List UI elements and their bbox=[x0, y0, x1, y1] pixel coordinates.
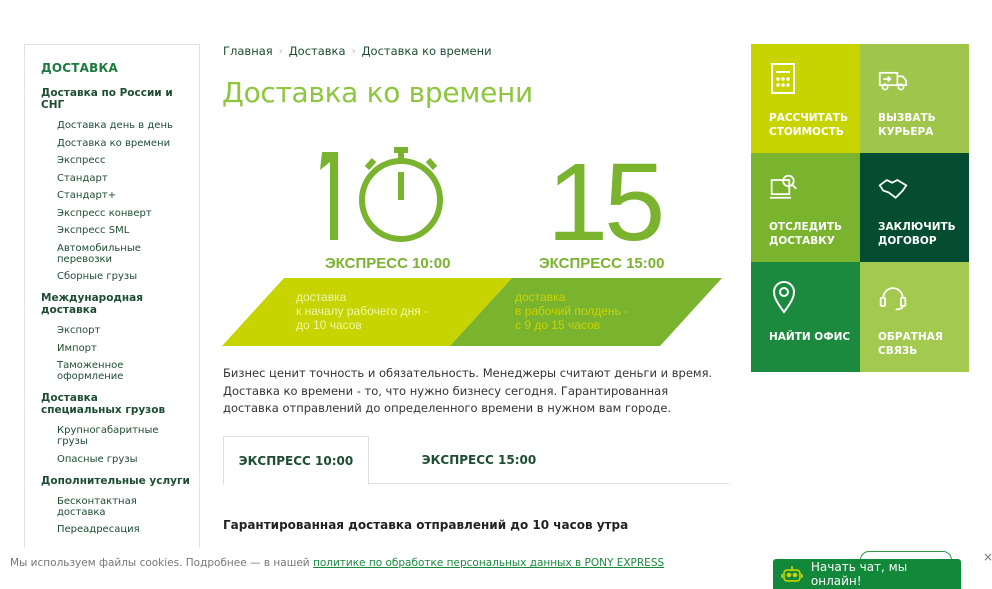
sidebar-item[interactable]: Опасные грузы bbox=[57, 454, 199, 465]
sidebar-item[interactable]: Доставка ко времени bbox=[57, 138, 199, 149]
sidebar-list-special: Крупногабаритные грузы Опасные грузы bbox=[57, 425, 199, 465]
hero-right-number: 15 bbox=[547, 141, 661, 264]
cookie-message: Мы используем файлы cookies. Подробнее —… bbox=[10, 557, 313, 569]
breadcrumb-current: Доставка ко времени bbox=[361, 44, 492, 58]
sidebar-list-international: Экспорт Импорт Таможенное оформление bbox=[57, 325, 199, 382]
chevron-right-icon: › bbox=[351, 45, 356, 57]
handshake-icon bbox=[878, 179, 908, 199]
sidebar-item[interactable]: Импорт bbox=[57, 343, 199, 354]
breadcrumb: Главная › Доставка › Доставка ко времени bbox=[223, 44, 492, 58]
stopwatch-icon bbox=[359, 147, 443, 242]
sign-contract-tile[interactable]: ЗАКЛЮЧИТЬ ДОГОВОР bbox=[860, 153, 969, 262]
sidebar-item[interactable]: Доставка день в день bbox=[57, 120, 199, 131]
robot-icon bbox=[781, 566, 803, 582]
calculator-icon bbox=[771, 63, 795, 94]
page-title: Доставка ко времени bbox=[222, 76, 533, 109]
sidebar-item[interactable]: Экспресс конверт bbox=[57, 208, 199, 219]
tab-express-10[interactable]: ЭКСПРЕСС 10:00 bbox=[223, 436, 369, 485]
calculate-cost-tile[interactable]: РАССЧИТАТЬ СТОИМОСТЬ bbox=[751, 44, 860, 153]
sidebar-item[interactable]: Экспресс bbox=[57, 155, 199, 166]
sidebar-nav: ДОСТАВКА Доставка по России и СНГ Достав… bbox=[24, 44, 200, 589]
breadcrumb-home[interactable]: Главная bbox=[223, 44, 273, 58]
chevron-right-icon: › bbox=[278, 45, 283, 57]
monitor-search-icon bbox=[769, 174, 797, 199]
section-heading: Гарантированная доставка отправлений до … bbox=[223, 518, 629, 532]
digit-one-shape bbox=[320, 152, 338, 240]
sidebar-item[interactable]: Экспресс SML bbox=[57, 225, 199, 236]
tile-label: ВЫЗВАТЬ КУРЬЕРА bbox=[878, 112, 936, 138]
track-delivery-tile[interactable]: ОТСЛЕДИТЬ ДОСТАВКУ bbox=[751, 153, 860, 262]
page-description: Бизнес ценит точность и обязательность. … bbox=[223, 366, 713, 415]
chat-label: Начать чат, мы онлайн! bbox=[810, 560, 908, 588]
location-pin-icon bbox=[772, 281, 796, 314]
sidebar-list-russia: Доставка день в день Доставка ко времени… bbox=[57, 120, 199, 282]
sidebar-list-additional: Бесконтактная доставка Переадресация bbox=[57, 496, 199, 536]
truck-icon bbox=[878, 71, 908, 91]
sidebar-item[interactable]: Стандарт+ bbox=[57, 190, 199, 201]
close-icon[interactable]: × bbox=[983, 550, 992, 564]
sidebar-item[interactable]: Автомобильные перевозки bbox=[57, 243, 153, 265]
tile-label: ОБРАТНАЯ СВЯЗЬ bbox=[878, 331, 943, 357]
hero-left-label: ЭКСПРЕСС 10:00 bbox=[325, 255, 450, 272]
tile-label: ОТСЛЕДИТЬ ДОСТАВКУ bbox=[769, 221, 842, 247]
chat-widget-button[interactable]: Начать чат, мы онлайн! bbox=[773, 559, 961, 589]
sidebar-title[interactable]: ДОСТАВКА bbox=[41, 61, 199, 75]
express-tabs: ЭКСПРЕСС 10:00 ЭКСПРЕСС 15:00 bbox=[223, 436, 729, 485]
cookie-text: Мы используем файлы cookies. Подробнее —… bbox=[10, 557, 664, 569]
tile-label: РАССЧИТАТЬ СТОИМОСТЬ bbox=[769, 112, 848, 138]
headset-icon bbox=[879, 287, 907, 311]
sidebar-section-special[interactable]: Доставка специальных грузов bbox=[41, 392, 181, 416]
sidebar-item[interactable]: Стандарт bbox=[57, 173, 199, 184]
tab-express-15[interactable]: ЭКСПРЕСС 15:00 bbox=[369, 436, 589, 484]
tile-label: НАЙТИ ОФИС bbox=[769, 331, 851, 343]
sidebar-item[interactable]: Экспорт bbox=[57, 325, 199, 336]
hero-right-label: ЭКСПРЕСС 15:00 bbox=[539, 255, 664, 272]
tile-label: ЗАКЛЮЧИТЬ ДОГОВОР bbox=[878, 221, 956, 247]
sidebar-item[interactable]: Таможенное оформление bbox=[57, 360, 147, 382]
sidebar-item[interactable]: Сборные грузы bbox=[57, 271, 199, 282]
sidebar-item[interactable]: Переадресация bbox=[57, 524, 199, 535]
sidebar-section-russia[interactable]: Доставка по России и СНГ bbox=[41, 87, 199, 111]
breadcrumb-delivery[interactable]: Доставка bbox=[289, 44, 346, 58]
sidebar-item[interactable]: Крупногабаритные грузы bbox=[57, 425, 167, 447]
feedback-tile[interactable]: ОБРАТНАЯ СВЯЗЬ bbox=[860, 262, 969, 372]
sidebar-section-additional[interactable]: Дополнительные услуги bbox=[41, 475, 199, 487]
find-office-tile[interactable]: НАЙТИ ОФИС bbox=[751, 262, 860, 372]
sidebar-section-international[interactable]: Международная доставка bbox=[41, 292, 199, 316]
call-courier-tile[interactable]: ВЫЗВАТЬ КУРЬЕРА bbox=[860, 44, 969, 153]
privacy-policy-link[interactable]: политике по обработке персональных данны… bbox=[313, 557, 664, 569]
express-hero-graphic: ЭКСПРЕСС 10:00 15 ЭКСПРЕСС 15:00 доставк… bbox=[222, 141, 722, 346]
quick-actions-grid: РАССЧИТАТЬ СТОИМОСТЬ ВЫЗВАТЬ КУРЬЕРА ОТС… bbox=[751, 44, 969, 372]
sidebar-item[interactable]: Бесконтактная доставка bbox=[57, 496, 147, 518]
